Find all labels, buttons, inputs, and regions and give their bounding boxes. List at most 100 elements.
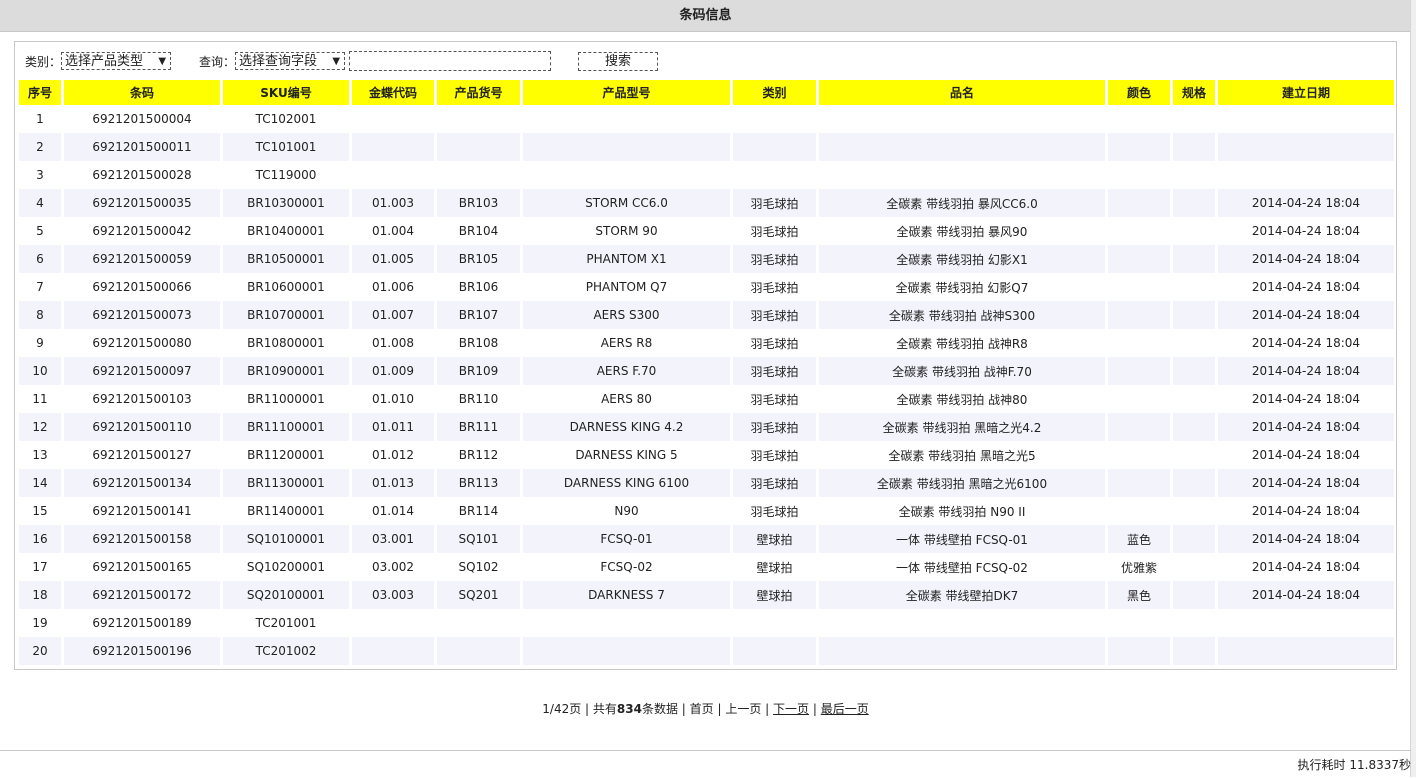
table-cell: FCSQ-02 xyxy=(600,560,653,574)
table-row[interactable]: 14 6921201500134 BR11300001 01.013 BR113 DARN… xyxy=(19,469,1394,497)
table-cell xyxy=(733,637,816,665)
table-cell xyxy=(437,609,520,637)
query-select-value: 选择查询字段 xyxy=(239,54,318,69)
page-info: 1/42页 xyxy=(542,702,582,716)
column-header[interactable]: 产品型号 xyxy=(523,80,730,105)
table-cell: 全碳素 带线羽拍 黑暗之光6100 xyxy=(819,469,1105,497)
category-select[interactable]: 选择产品类型 ▼ xyxy=(61,52,172,70)
table-row[interactable]: 9 6921201500080 BR10800001 01.008 BR108 AERS … xyxy=(19,329,1394,357)
table-cell: 6921201500097 xyxy=(64,357,220,385)
table-cell xyxy=(1108,273,1170,301)
table-cell xyxy=(733,609,816,637)
table-cell xyxy=(523,637,730,665)
table-cell xyxy=(819,133,1105,161)
table-cell xyxy=(1173,357,1215,385)
table-row[interactable]: 17 6921201500165 SQ10200001 03.002 SQ102 FCSQ… xyxy=(19,553,1394,581)
table-cell: 6 xyxy=(19,245,61,273)
table-cell: 2014-04-24 18:04 xyxy=(1251,336,1361,350)
table-cell: 01.004 xyxy=(372,224,414,238)
column-header[interactable]: 颜色 xyxy=(1108,80,1170,105)
table-row[interactable]: 5 6921201500042 BR10400001 01.004 BR104 STORM… xyxy=(19,217,1394,245)
table-cell xyxy=(1173,469,1215,497)
table-cell: 4 xyxy=(19,189,61,217)
column-header[interactable]: SKU编号 xyxy=(223,80,349,105)
column-header[interactable]: 条码 xyxy=(64,80,220,105)
table-cell: 01.009 xyxy=(352,357,434,385)
table-row[interactable]: 6 6921201500059 BR10500001 01.005 BR105 PHANT… xyxy=(19,245,1394,273)
table-cell: 2014-04-24 18:04 xyxy=(1218,189,1394,217)
table-row[interactable]: 11 6921201500103 BR11000001 01.010 BR110 AERS… xyxy=(19,385,1394,413)
table-cell: 2014-04-24 18:04 xyxy=(1218,357,1394,385)
table-row[interactable]: 12 6921201500110 BR11100001 01.011 BR111 DARN… xyxy=(19,413,1394,441)
table-row[interactable]: 7 6921201500066 BR10600001 01.006 BR106 PHANT… xyxy=(19,273,1394,301)
table-cell: TC201001 xyxy=(255,616,317,630)
table-row[interactable]: 13 6921201500127 BR11200001 01.012 BR112 DARN… xyxy=(19,441,1394,469)
table-cell: 6921201500066 xyxy=(92,280,192,294)
table-cell: TC102001 xyxy=(255,112,317,126)
table-cell: 6921201500042 xyxy=(92,224,192,238)
table-cell: 羽毛球拍 xyxy=(733,189,816,217)
column-header[interactable]: 类别 xyxy=(733,80,816,105)
table-row[interactable]: 16 6921201500158 SQ10100001 03.001 SQ101 FCSQ… xyxy=(19,525,1394,553)
column-header[interactable]: 建立日期 xyxy=(1218,80,1394,105)
search-input[interactable] xyxy=(349,51,552,71)
table-cell: BR10800001 xyxy=(247,336,325,350)
execution-time: 执行耗时 11.8337秒 xyxy=(1297,758,1411,772)
column-header[interactable]: 产品货号 xyxy=(437,80,520,105)
table-cell xyxy=(1108,301,1170,329)
table-cell: 3 xyxy=(36,168,44,182)
table-cell: 羽毛球拍 xyxy=(733,413,816,441)
column-header[interactable]: 序号 xyxy=(19,80,61,105)
search-button[interactable]: 搜索 xyxy=(578,51,659,71)
table-row[interactable]: 19 6921201500189 TC201001 xyxy=(19,609,1394,637)
table-cell xyxy=(1108,637,1170,665)
table-cell: 01.003 xyxy=(352,189,434,217)
scrollbar[interactable] xyxy=(1410,0,1416,777)
table-cell: 6921201500073 xyxy=(64,301,220,329)
table-cell xyxy=(1108,189,1170,217)
table-row[interactable]: 15 6921201500141 BR11400001 01.014 BR114 N90 羽… xyxy=(19,497,1394,525)
table-cell xyxy=(733,105,816,133)
table-cell: 2014-04-24 18:04 xyxy=(1218,525,1394,553)
table-cell: 羽毛球拍 xyxy=(750,336,799,351)
table-cell: TC201002 xyxy=(223,637,349,665)
column-header[interactable]: 品名 xyxy=(819,80,1105,105)
table-cell: SQ10100001 xyxy=(223,525,349,553)
table-row[interactable]: 1 6921201500004 TC102001 xyxy=(19,105,1394,133)
table-cell: 01.007 xyxy=(352,301,434,329)
column-header[interactable]: 金蝶代码 xyxy=(352,80,434,105)
next-page-link[interactable]: 下一页 xyxy=(773,702,809,716)
table-cell: 羽毛球拍 xyxy=(750,448,799,463)
table-row[interactable]: 8 6921201500073 BR10700001 01.007 BR107 AERS … xyxy=(19,301,1394,329)
table-cell: BR11100001 xyxy=(223,413,349,441)
table-row[interactable]: 3 6921201500028 TC119000 xyxy=(19,161,1394,189)
table-cell: 20 xyxy=(19,637,61,665)
table-cell: 壁球拍 xyxy=(756,560,793,575)
table-cell xyxy=(1108,217,1170,245)
table-cell: 壁球拍 xyxy=(733,581,816,609)
table-cell: SQ102 xyxy=(458,560,499,574)
table-cell: 6921201500134 xyxy=(64,469,220,497)
table-cell xyxy=(1108,441,1170,469)
table-cell xyxy=(1173,273,1215,301)
table-cell xyxy=(1173,161,1215,189)
query-label: 查询： xyxy=(199,54,236,69)
last-page-link[interactable]: 最后一页 xyxy=(821,702,869,716)
table-cell: 羽毛球拍 xyxy=(750,392,799,407)
table-row[interactable]: 4 6921201500035 BR10300001 01.003 BR103 STORM… xyxy=(19,189,1394,217)
table-row[interactable]: 10 6921201500097 BR10900001 01.009 BR109 AERS… xyxy=(19,357,1394,385)
table-row[interactable]: 18 6921201500172 SQ20100001 03.003 SQ201 DARK… xyxy=(19,581,1394,609)
table-cell xyxy=(1173,385,1215,413)
pager-separator: | xyxy=(761,702,774,716)
table-cell: 01.005 xyxy=(352,245,434,273)
table-cell: 6921201500103 xyxy=(92,392,192,406)
table-cell xyxy=(1173,133,1215,161)
query-field-select[interactable]: 选择查询字段 ▼ xyxy=(235,52,346,70)
barcode-table: 序号 条码 SKU编号 金蝶代码 产品货号 产品型号 类别 品名 颜色 规格 建… xyxy=(16,80,1397,665)
table-cell xyxy=(1173,581,1215,609)
table-row[interactable]: 2 6921201500011 TC101001 xyxy=(19,133,1394,161)
table-cell: 6921201500127 xyxy=(92,448,192,462)
table-cell xyxy=(352,105,434,133)
column-header[interactable]: 规格 xyxy=(1173,80,1215,105)
table-row[interactable]: 20 6921201500196 TC201002 xyxy=(19,637,1394,665)
